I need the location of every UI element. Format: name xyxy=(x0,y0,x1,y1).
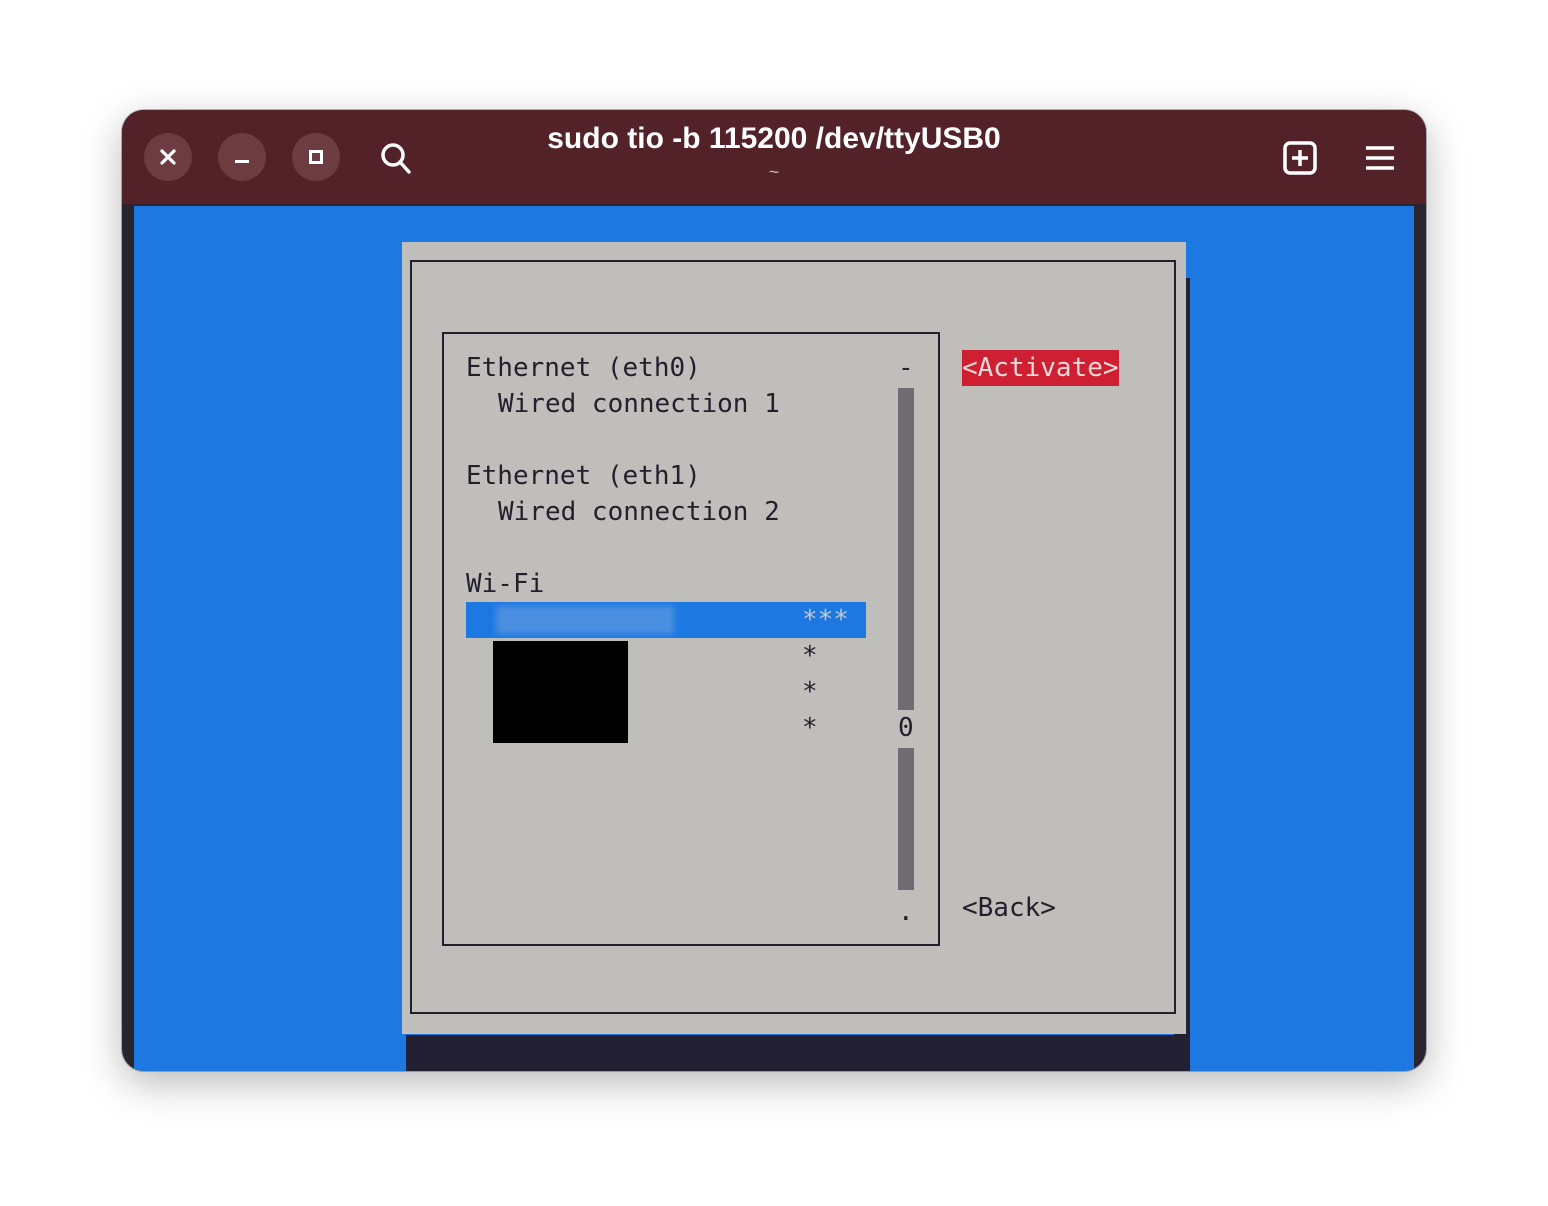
redacted-ssids xyxy=(493,641,628,743)
dialog-shadow-bottom xyxy=(406,1035,1190,1071)
signal-strength: * xyxy=(802,641,818,671)
connection-list[interactable]: Ethernet (eth0) Wired connection 1 Ether… xyxy=(442,332,940,946)
wifi-network-selected[interactable]: *** xyxy=(466,602,866,638)
back-button[interactable]: <Back> xyxy=(962,890,1056,926)
terminal-area[interactable]: Ethernet (eth0) Wired connection 1 Ether… xyxy=(134,206,1414,1071)
menu-button[interactable] xyxy=(1358,136,1402,180)
wifi-header: Wi-Fi xyxy=(466,569,545,599)
scrollbar-thumb[interactable]: 0 xyxy=(898,710,914,746)
terminal-window: sudo tio -b 115200 /dev/ttyUSB0 ~ Ethern… xyxy=(122,110,1426,1071)
scrollbar-track[interactable] xyxy=(898,388,914,710)
scrollbar-bottom: . xyxy=(898,897,914,927)
blurred-ssid xyxy=(496,606,674,634)
device-name: Ethernet (eth1) xyxy=(466,461,701,491)
nmtui-dialog: Ethernet (eth0) Wired connection 1 Ether… xyxy=(402,242,1186,1034)
device-name: Ethernet (eth0) xyxy=(466,353,701,383)
scrollbar-track[interactable] xyxy=(898,748,914,890)
signal-strength: *** xyxy=(802,605,849,635)
signal-strength: * xyxy=(802,677,818,707)
activate-button[interactable]: <Activate> xyxy=(962,350,1119,386)
title-bar: sudo tio -b 115200 /dev/ttyUSB0 ~ xyxy=(122,110,1426,204)
new-tab-icon xyxy=(1283,141,1317,175)
connection-item[interactable]: Wired connection 1 xyxy=(498,386,780,422)
connection-item[interactable]: Wired connection 2 xyxy=(498,494,780,530)
hamburger-icon xyxy=(1366,146,1394,170)
window-subtitle: ~ xyxy=(768,162,780,182)
scrollbar-top: - xyxy=(898,353,914,383)
signal-strength: * xyxy=(802,713,818,743)
window-title: sudo tio -b 115200 /dev/ttyUSB0 xyxy=(547,122,1001,155)
new-tab-button[interactable] xyxy=(1278,136,1322,180)
